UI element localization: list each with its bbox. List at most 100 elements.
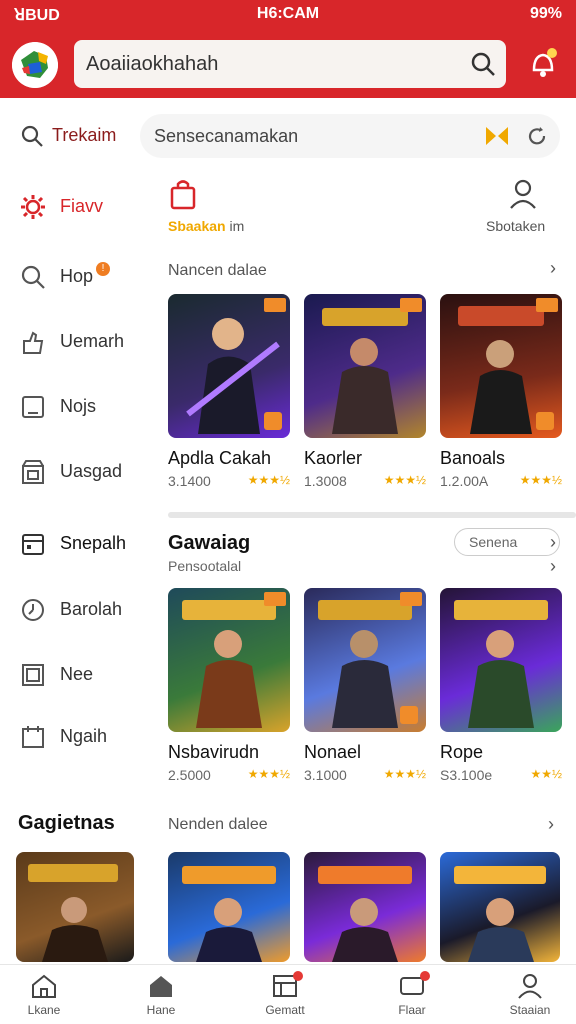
game-card[interactable]: Apdla Cakah 3.1400 ★★★½ <box>168 294 290 491</box>
search-input[interactable]: Aoaiiaokhahah <box>86 53 218 76</box>
bottom-nav-item-staaian[interactable]: Staaian <box>486 973 574 1017</box>
hand-icon <box>20 329 46 355</box>
bottom-nav-label: Staaian <box>509 1003 551 1017</box>
status-bar: ꓤBUD H6:CAM 99% <box>0 0 576 30</box>
game-card[interactable] <box>168 852 290 962</box>
section-title: Gagietnas <box>18 812 115 834</box>
bottom-nav-label: Gematt <box>265 1003 305 1017</box>
window-icon <box>20 662 46 688</box>
sidebar-item-hop[interactable]: Hop ! <box>0 252 150 302</box>
badge <box>264 412 282 430</box>
game-meta: 1.3008 ★★★½ <box>304 473 426 489</box>
game-meta: 2.5000 ★★★½ <box>168 767 290 783</box>
chat-icon <box>398 971 430 999</box>
sidebar-item-label: Ngaih <box>60 726 108 746</box>
game-card[interactable]: Rope S3.100e ★★½ <box>440 588 562 785</box>
battery-text: 99% <box>529 5 562 22</box>
sidebar-item-label: Barolah <box>60 599 123 619</box>
search-icon[interactable] <box>470 51 496 82</box>
notification-badge: ! <box>96 262 110 276</box>
grid-icon <box>271 971 303 999</box>
game-thumbnail[interactable] <box>304 294 426 438</box>
calendar-icon <box>20 724 46 750</box>
badge <box>536 412 554 430</box>
user-icon <box>516 973 544 999</box>
game-name: Rope <box>440 742 484 762</box>
store-icon <box>20 459 46 485</box>
game-thumbnail[interactable] <box>304 588 426 732</box>
bottom-nav-item-flaar[interactable]: Flaar <box>368 971 456 1017</box>
sidebar-item-snepalh[interactable]: Snepalh <box>0 519 150 569</box>
game-card[interactable] <box>16 852 134 962</box>
chevron-right-icon[interactable]: › <box>550 532 556 553</box>
notification-dot <box>420 971 430 981</box>
sidebar-item-nojs[interactable]: Nojs <box>0 382 150 432</box>
game-thumbnail[interactable] <box>168 294 290 438</box>
search-icon[interactable] <box>20 124 44 153</box>
app-header: Aoaiiaokhahah <box>0 30 576 98</box>
chevron-right-icon[interactable]: › <box>548 814 554 835</box>
sub-search-box[interactable]: Sensecanamakan <box>140 114 560 158</box>
quick-tab-bag[interactable]: Sbaakan im <box>168 178 244 234</box>
section-see-all-button[interactable]: Senena <box>454 528 560 556</box>
bottom-nav: Lkane Hane Gematt Flaar Staaian <box>0 964 576 1024</box>
sidebar-item-label: Nee <box>60 664 94 684</box>
section-title: Nancen dalae <box>168 262 267 279</box>
sidebar-item-nee[interactable]: Nee <box>0 650 150 700</box>
clock-icon <box>20 597 46 623</box>
notification-icon[interactable] <box>528 46 558 85</box>
sidebar: Fiavv Hop ! Uemarh Nojs Uasgad Snepalh B… <box>0 172 150 792</box>
game-meta: 1.2.00A ★★★½ <box>440 473 562 489</box>
game-name: Apdla Cakah <box>168 448 272 468</box>
rating-stars: ★★★½ <box>519 473 562 487</box>
app-logo[interactable] <box>12 42 58 88</box>
badge <box>264 298 286 312</box>
house-icon <box>147 973 175 999</box>
sub-toolbar: Trekaim Sensecanamakan <box>0 100 576 172</box>
badge <box>400 298 422 312</box>
chevron-right-icon[interactable]: › <box>550 556 556 577</box>
quick-tab-label: Sbaakan im <box>168 218 245 234</box>
game-name: Nonael <box>304 742 362 762</box>
game-name: Banoals <box>440 448 506 468</box>
sidebar-item-fiavv[interactable]: Fiavv <box>0 182 150 232</box>
game-meta: 3.1000 ★★★½ <box>304 767 426 783</box>
section-title: Gawaiag <box>168 532 251 554</box>
sidebar-item-ngaih[interactable]: Ngaih <box>0 712 150 762</box>
game-thumbnail[interactable] <box>440 294 562 438</box>
user-icon <box>510 179 536 209</box>
game-card[interactable] <box>440 852 560 962</box>
chevron-right-icon[interactable]: › <box>550 258 556 279</box>
sidebar-item-label: Uemarh <box>60 331 125 351</box>
game-card[interactable]: Kaorler 1.3008 ★★★½ <box>304 294 426 491</box>
sub-search-input[interactable]: Sensecanamakan <box>154 126 298 147</box>
section-label[interactable]: Trekaim <box>52 125 116 146</box>
sidebar-item-uasgad[interactable]: Uasgad <box>0 447 150 497</box>
bowtie-icon[interactable] <box>484 124 510 153</box>
bottom-nav-item-hane[interactable]: Hane <box>117 973 205 1017</box>
tablet-icon <box>20 394 46 420</box>
bottom-nav-label: Hane <box>146 1003 176 1017</box>
game-card[interactable]: Nsbavirudn 2.5000 ★★★½ <box>168 588 290 785</box>
quick-tab-label: Sbotaken <box>486 218 546 234</box>
sidebar-item-uemarh[interactable]: Uemarh <box>0 317 150 367</box>
game-card[interactable] <box>304 852 426 962</box>
badge <box>536 298 558 312</box>
search-box[interactable]: Aoaiiaokhahah <box>74 40 506 88</box>
bottom-nav-item-home[interactable]: Lkane <box>0 973 88 1017</box>
game-card[interactable]: Nonael 3.1000 ★★★½ <box>304 588 426 785</box>
game-card[interactable]: Banoals 1.2.00A ★★★½ <box>440 294 562 491</box>
game-meta: S3.100e ★★½ <box>440 767 562 783</box>
section-subtitle: Pensootalal <box>168 558 242 574</box>
bottom-nav-item-gematt[interactable]: Gematt <box>241 971 329 1017</box>
quick-tab-profile[interactable]: Sbotaken <box>486 178 560 234</box>
rating-stars: ★★★½ <box>383 767 426 781</box>
sidebar-item-barolah[interactable]: Barolah <box>0 585 150 635</box>
section-title: Nenden dalee <box>168 816 268 833</box>
search-icon <box>20 264 46 290</box>
gear-icon <box>20 194 46 220</box>
refresh-icon[interactable] <box>526 125 548 152</box>
game-thumbnail[interactable] <box>440 588 562 732</box>
sidebar-item-label: Snepalh <box>60 533 127 553</box>
game-thumbnail[interactable] <box>168 588 290 732</box>
